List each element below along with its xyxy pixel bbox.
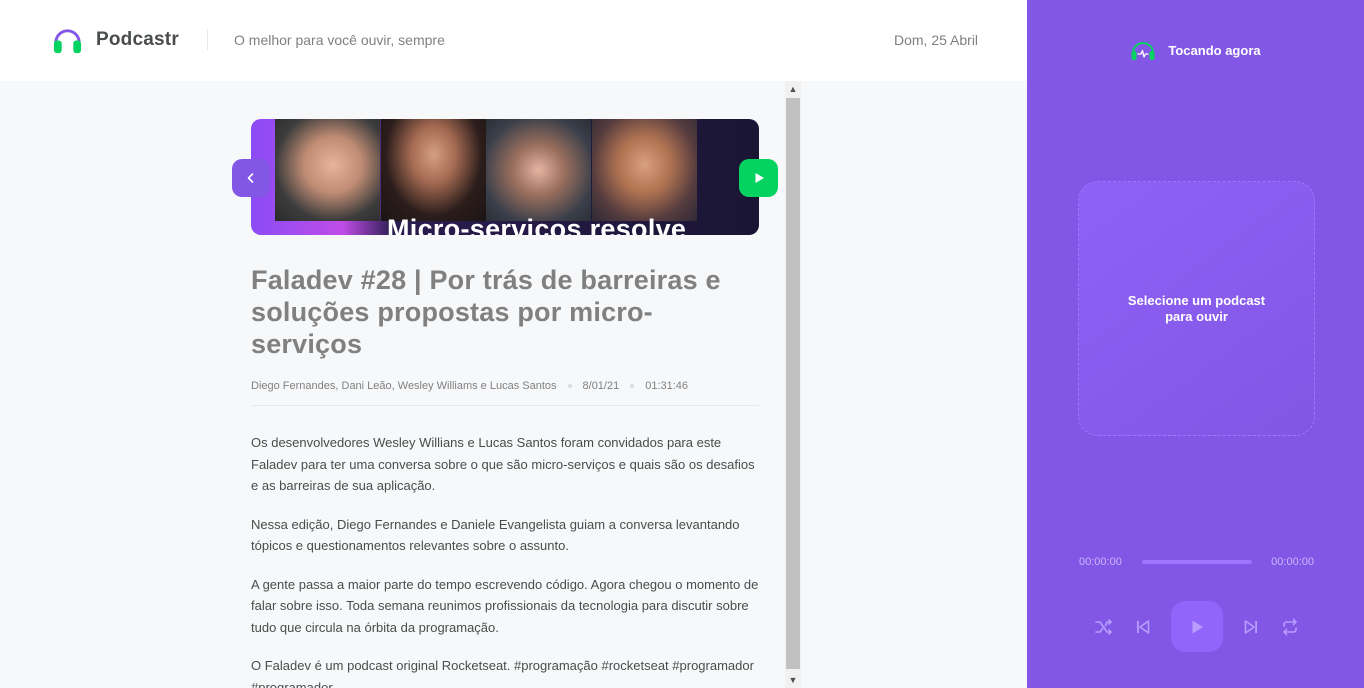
player-header: Tocando agora	[1027, 38, 1364, 62]
player-controls	[1093, 601, 1301, 652]
repeat-button[interactable]	[1279, 616, 1301, 638]
play-button[interactable]	[1171, 601, 1223, 652]
episode-members: Diego Fernandes, Dani Leão, Wesley Willi…	[251, 380, 557, 392]
episode-date: 8/01/21	[582, 380, 620, 392]
episode-duration: 01:31:46	[645, 380, 689, 392]
separator-dot	[630, 384, 635, 388]
empty-player-card: Selecione um podcast para ouvir	[1078, 181, 1315, 436]
description-paragraph: O Faladev é um podcast original Rocketse…	[251, 658, 754, 688]
empty-player-message: Selecione um podcast para ouvir	[1127, 292, 1266, 324]
guest-photo	[381, 119, 486, 221]
episode-page: Micro-serviços resolve Faladev #28 | Por…	[232, 119, 778, 688]
logo[interactable]: Podcastr	[52, 24, 179, 55]
episode-thumbnail: Micro-serviços resolve	[251, 119, 759, 235]
episode-description: Os desenvolvedores Wesley Willians e Luc…	[251, 432, 759, 688]
headphones-playing-icon	[1131, 42, 1155, 60]
repeat-icon	[1283, 618, 1297, 635]
app-name: Podcastr	[96, 28, 179, 50]
thumbnail-container: Micro-serviços resolve	[232, 119, 778, 235]
total-time: 00:00:00	[1271, 556, 1314, 568]
app: Podcastr O melhor para você ouvir, sempr…	[0, 0, 1364, 688]
play-icon	[1192, 620, 1203, 633]
description-paragraph: Os desenvolvedores Wesley Willians e Luc…	[251, 435, 755, 493]
back-button[interactable]	[232, 159, 270, 197]
main-content: Micro-serviços resolve Faladev #28 | Por…	[0, 81, 801, 688]
episode-title: Faladev #28 | Por trás de barreiras e so…	[251, 265, 721, 359]
play-episode-button[interactable]	[739, 159, 778, 197]
chevron-left-icon	[247, 173, 254, 183]
guest-photo	[275, 119, 380, 221]
tagline: O melhor para você ouvir, sempre	[234, 32, 445, 48]
next-button[interactable]	[1240, 616, 1262, 638]
shuffle-icon	[1095, 618, 1112, 635]
guest-photo	[486, 119, 591, 221]
progress-bar: 00:00:00 00:00:00	[1079, 555, 1314, 569]
episode-meta: Diego Fernandes, Dani Leão, Wesley Willi…	[251, 380, 759, 406]
current-date: Dom, 25 Abril	[894, 32, 979, 48]
scroll-up-arrow[interactable]: ▲	[785, 81, 801, 97]
scrollbar-thumb[interactable]	[786, 98, 800, 669]
progress-track[interactable]	[1141, 560, 1252, 564]
headphones-icon	[53, 29, 82, 54]
previous-button[interactable]	[1132, 616, 1154, 638]
description-paragraph: Nessa edição, Diego Fernandes e Daniele …	[251, 516, 740, 554]
skip-next-icon	[1244, 619, 1257, 634]
scroll-down-arrow[interactable]: ▼	[785, 672, 801, 688]
guest-photo	[592, 119, 697, 221]
shuffle-button[interactable]	[1093, 616, 1115, 638]
scrollbar[interactable]: ▲ ▼	[785, 81, 801, 688]
current-time: 00:00:00	[1079, 556, 1122, 568]
separator-dot	[567, 384, 572, 388]
skip-previous-icon	[1137, 619, 1150, 634]
header: Podcastr O melhor para você ouvir, sempr…	[0, 0, 1027, 81]
play-icon	[755, 173, 764, 183]
player: Tocando agora Selecione um podcast para …	[1027, 0, 1364, 688]
header-divider	[207, 29, 208, 50]
player-heading: Tocando agora	[1168, 42, 1261, 58]
thumbnail-caption: Micro-serviços resolve	[387, 214, 687, 235]
description-paragraph: A gente passa a maior parte do tempo esc…	[251, 576, 759, 635]
